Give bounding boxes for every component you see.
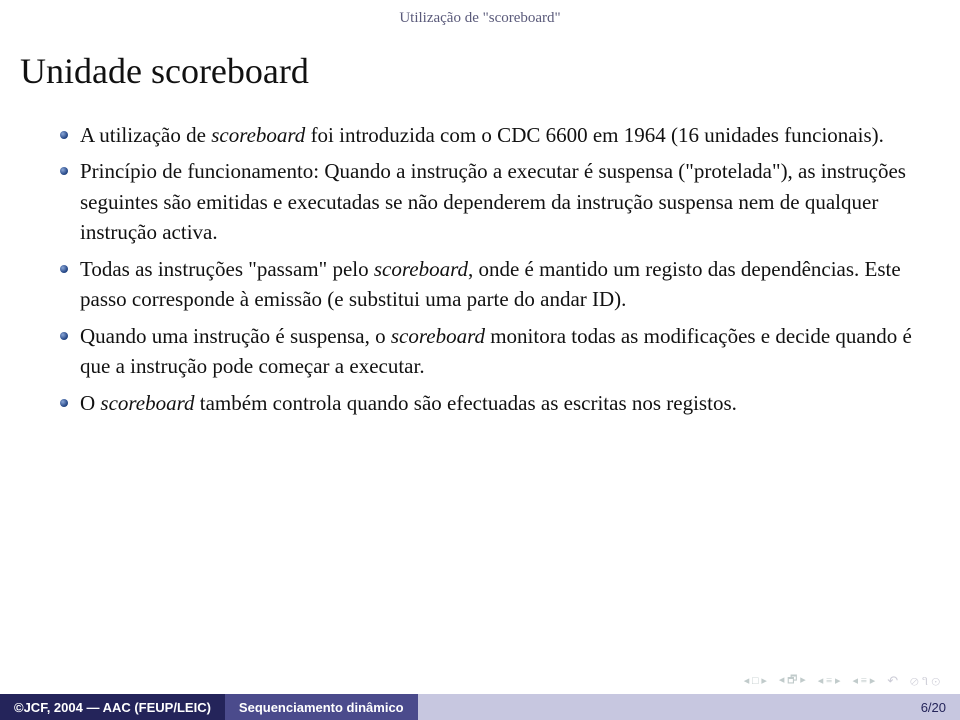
nav-prev-icon[interactable]: ◂ 🗗 ▸	[779, 671, 806, 690]
footer-page: 6/20	[418, 694, 960, 720]
footer-title: Sequenciamento dinâmico	[225, 694, 418, 720]
footer-author: ©JCF, 2004 — AAC (FEUP/LEIC)	[0, 694, 225, 720]
nav-back-icon[interactable]: ↶	[887, 673, 898, 689]
section-label: Utilização de "scoreboard"	[0, 10, 960, 27]
nav-up-icon[interactable]: ◂ ≡ ▸	[818, 674, 841, 687]
bullet-item: Quando uma instrução é suspensa, o score…	[60, 321, 920, 382]
footer-bar: ©JCF, 2004 — AAC (FEUP/LEIC) Sequenciame…	[0, 694, 960, 720]
bullet-item: A utilização de scoreboard foi introduzi…	[60, 120, 920, 150]
bullet-item: Princípio de funcionamento: Quando a ins…	[60, 156, 920, 247]
nav-first-icon[interactable]: ◂ □ ▸	[744, 674, 767, 687]
slide-content: A utilização de scoreboard foi introduzi…	[60, 120, 920, 424]
nav-search-icon[interactable]: ⊘ ૧ ⊙	[910, 673, 940, 689]
page-title: Unidade scoreboard	[20, 50, 309, 92]
bullet-item: O scoreboard também controla quando são …	[60, 388, 920, 418]
bullet-item: Todas as instruções "passam" pelo scoreb…	[60, 254, 920, 315]
nav-controls: ◂ □ ▸ ◂ 🗗 ▸ ◂ ≡ ▸ ◂ ≡ ▸ ↶ ⊘ ૧ ⊙	[744, 671, 940, 690]
nav-next-icon[interactable]: ◂ ≡ ▸	[853, 674, 876, 687]
